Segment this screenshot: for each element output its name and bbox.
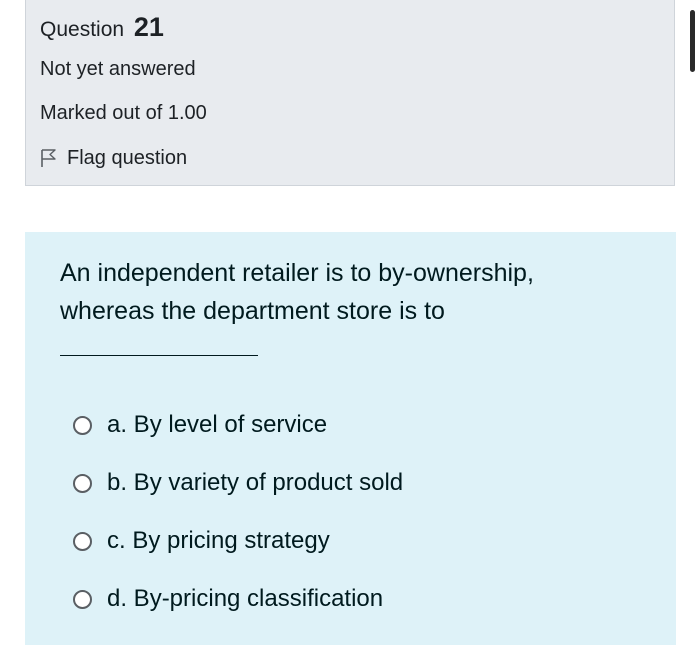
answer-blank [60,355,258,356]
question-text: An independent retailer is to by-ownersh… [60,259,534,325]
flag-question-link[interactable]: Flag question [40,146,187,170]
answer-option-a[interactable]: a. By level of service [73,396,403,454]
question-label: Question [40,18,125,41]
flag-question-label: Flag question [67,146,188,169]
question-content: An independent retailer is to by-ownersh… [25,232,676,645]
radio-button-c[interactable] [73,531,92,551]
question-heading: Question 21 [40,12,164,43]
quiz-page: Question 21 Not yet answered Marked out … [0,0,700,645]
answer-options: a. By level of service b. By variety of … [73,396,403,628]
scrollbar[interactable] [690,10,695,72]
answer-option-b[interactable]: b. By variety of product sold [73,454,403,512]
marks-info: Marked out of 1.00 [40,102,207,124]
question-number: 21 [133,12,164,42]
answer-option-d[interactable]: d. By-pricing classification [73,570,403,628]
answer-label-b[interactable]: b. By variety of product sold [107,469,403,497]
radio-button-a[interactable] [73,415,92,435]
answer-label-c[interactable]: c. By pricing strategy [107,527,330,555]
radio-button-d[interactable] [73,589,92,609]
answer-status: Not yet answered [40,58,196,80]
radio-button-b[interactable] [73,473,92,493]
answer-label-a[interactable]: a. By level of service [107,411,327,439]
answer-label-d[interactable]: d. By-pricing classification [107,585,383,613]
question-info-panel: Question 21 Not yet answered Marked out … [25,0,675,186]
answer-option-c[interactable]: c. By pricing strategy [73,512,403,570]
flag-icon [40,148,58,168]
